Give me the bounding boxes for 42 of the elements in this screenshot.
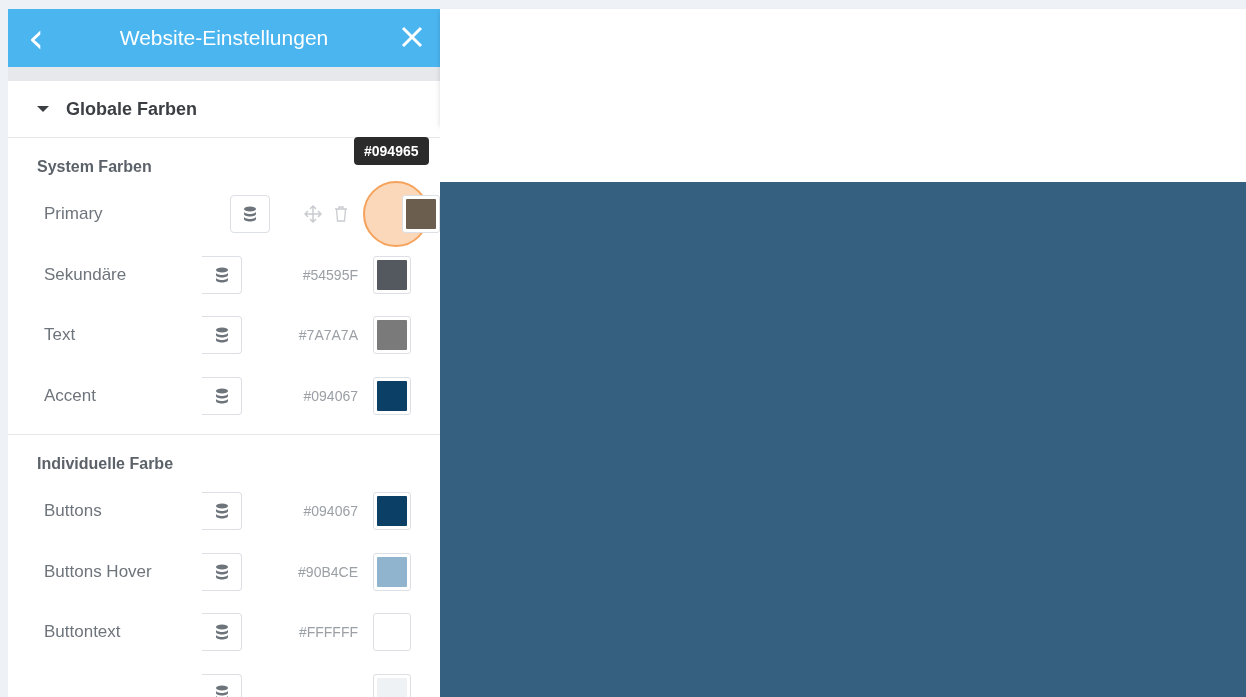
color-swatch[interactable] <box>373 255 411 294</box>
color-swatch[interactable] <box>373 613 411 652</box>
panel-title: Website-Einstellungen <box>118 26 330 50</box>
hex-value: #7A7A7A <box>297 327 358 344</box>
color-name: Buttons <box>44 501 103 522</box>
color-swatch[interactable] <box>373 492 411 531</box>
group-title: System Farben <box>36 158 152 176</box>
hex-value: #094067 <box>302 387 358 404</box>
database-icon <box>214 503 229 520</box>
color-name: Text <box>44 325 77 346</box>
section-title[interactable]: Globale Farben <box>66 98 198 120</box>
color-name: Accent <box>44 385 97 406</box>
global-color-button[interactable] <box>202 492 242 531</box>
database-icon <box>214 327 229 344</box>
color-name: Sekundäre <box>44 264 128 285</box>
hex-value: #90B4CE <box>297 563 358 580</box>
database-icon <box>214 563 229 580</box>
database-icon <box>243 206 257 223</box>
color-swatch[interactable] <box>373 376 411 415</box>
color-swatch[interactable] <box>373 316 411 355</box>
group-title: Individuelle Farbe <box>36 455 174 473</box>
color-swatch[interactable] <box>373 552 411 591</box>
color-name: Buttontext <box>44 622 122 643</box>
hex-value: #54595F <box>301 266 358 283</box>
close-icon <box>401 26 423 48</box>
color-name: Buttons Hover <box>44 561 153 582</box>
database-icon <box>214 387 229 404</box>
color-name: Primary <box>44 204 104 225</box>
global-color-button[interactable] <box>202 376 242 415</box>
color-swatch[interactable] <box>402 195 440 234</box>
global-color-button[interactable] <box>202 316 242 355</box>
hex-value: #094067 <box>302 503 358 520</box>
global-color-button[interactable] <box>202 613 242 652</box>
caret-icon[interactable] <box>37 105 49 113</box>
global-color-button[interactable] <box>230 195 270 234</box>
database-icon <box>214 624 229 641</box>
hex-value: #FFFFFF <box>297 624 358 641</box>
global-color-button[interactable] <box>202 552 242 591</box>
database-icon <box>214 266 229 283</box>
database-icon <box>214 684 229 697</box>
tooltip: #094965 <box>354 137 429 165</box>
global-color-button[interactable] <box>202 255 242 294</box>
